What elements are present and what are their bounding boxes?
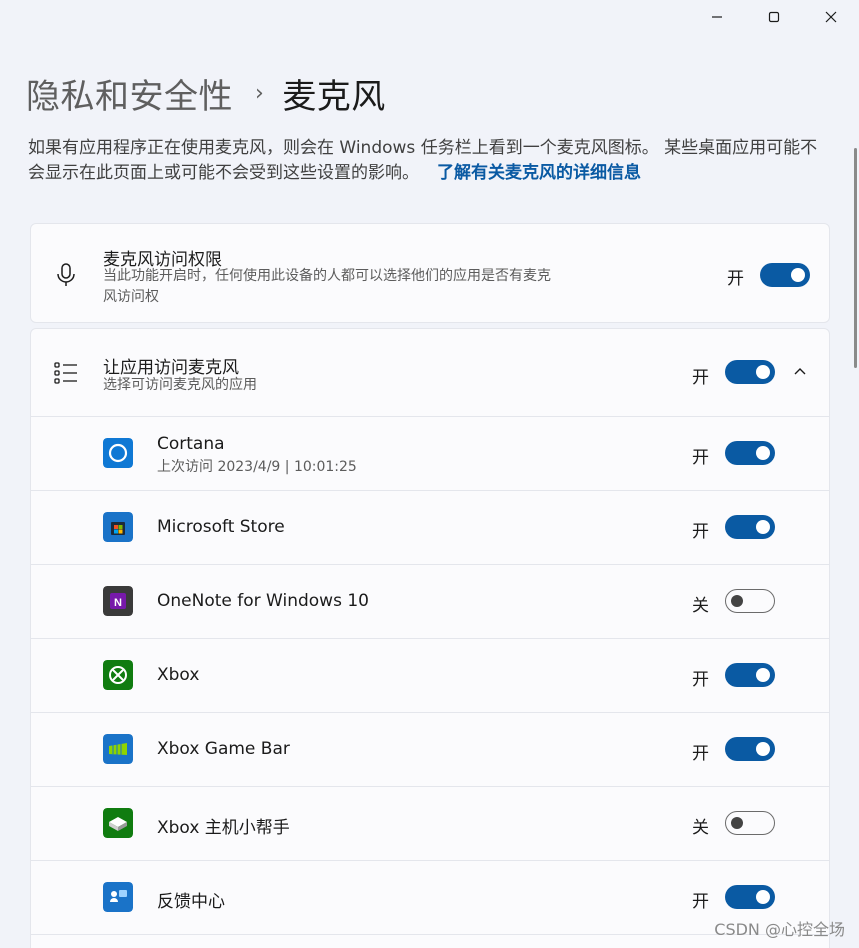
onenote-icon: N [103, 586, 133, 616]
window-controls [688, 0, 859, 34]
app-access-card: 让应用访问麦克风 选择可访问麦克风的应用 开 Cortana 上次访问 2023/… [30, 328, 830, 948]
app-name: 反馈中心 [157, 892, 225, 912]
breadcrumb: 隐私和安全性 › 麦克风 [26, 66, 386, 120]
feedback-hub-icon [103, 882, 133, 912]
app-toggle[interactable] [725, 885, 775, 909]
description-text: 如果有应用程序正在使用麦克风，则会在 Windows 任务栏上看到一个麦克风图标… [28, 138, 818, 183]
app-access-state: 开 [692, 368, 709, 388]
microphone-access-card: 麦克风访问权限 当此功能开启时，任何使用此设备的人都可以选择他们的应用是否有麦克… [30, 223, 830, 323]
maximize-button[interactable] [745, 0, 802, 34]
microsoft-store-icon [103, 512, 133, 542]
app-toggle[interactable] [725, 515, 775, 539]
app-state: 开 [692, 522, 709, 542]
microphone-access-subtitle-line2: 风访问权 [103, 289, 159, 305]
app-row: Xbox Game Bar 开 [31, 712, 829, 787]
close-icon [825, 11, 836, 23]
app-toggle[interactable] [725, 441, 775, 465]
app-access-toggle[interactable] [725, 360, 775, 384]
xbox-console-companion-icon [103, 808, 133, 838]
page-title: 麦克风 [282, 76, 386, 117]
app-name: Xbox Game Bar [157, 739, 290, 759]
xbox-game-bar-icon [103, 734, 133, 764]
app-state: 开 [692, 744, 709, 764]
chevron-up-icon[interactable] [793, 365, 807, 379]
minimize-button[interactable] [688, 0, 745, 34]
scrollbar[interactable] [854, 148, 857, 368]
list-icon [54, 362, 77, 384]
app-name: Cortana [157, 434, 225, 454]
minimize-icon [711, 16, 722, 18]
app-row: Microsoft Store 开 [31, 490, 829, 565]
app-last-access: 上次访问 2023/4/9 | 10:01:25 [157, 459, 357, 475]
maximize-icon [768, 11, 779, 23]
svg-text:N: N [114, 597, 122, 609]
app-toggle[interactable] [725, 737, 775, 761]
xbox-icon [103, 660, 133, 690]
cortana-icon [103, 438, 133, 468]
learn-more-link[interactable]: 了解有关麦克风的详细信息 [437, 163, 641, 183]
app-state: 开 [692, 892, 709, 912]
app-toggle[interactable] [725, 589, 775, 613]
microphone-icon [57, 263, 75, 286]
app-state: 开 [692, 670, 709, 690]
chevron-right-icon: › [255, 80, 265, 106]
watermark: CSDN @心控全场 [714, 920, 845, 939]
close-button[interactable] [802, 0, 859, 34]
app-access-subtitle: 选择可访问麦克风的应用 [103, 377, 257, 393]
app-row: 反馈中心 开 [31, 860, 829, 935]
app-name: OneNote for Windows 10 [157, 591, 369, 611]
app-state: 关 [692, 818, 709, 838]
app-row: Xbox 主机小帮手 关 [31, 786, 829, 861]
app-name: Xbox [157, 665, 200, 685]
app-state: 关 [692, 596, 709, 616]
app-name: Xbox 主机小帮手 [157, 818, 290, 838]
app-row: Xbox 开 [31, 638, 829, 713]
page-description: 如果有应用程序正在使用麦克风，则会在 Windows 任务栏上看到一个麦克风图标… [28, 136, 828, 186]
app-toggle[interactable] [725, 663, 775, 687]
app-toggle[interactable] [725, 811, 775, 835]
microphone-access-state: 开 [727, 269, 744, 289]
microphone-access-subtitle-line1: 当此功能开启时，任何使用此设备的人都可以选择他们的应用是否有麦克 [103, 268, 551, 284]
app-state: 开 [692, 448, 709, 468]
microphone-access-toggle[interactable] [760, 263, 810, 287]
app-row: N OneNote for Windows 10 关 [31, 564, 829, 639]
app-name: Microsoft Store [157, 517, 285, 537]
app-row: Cortana 上次访问 2023/4/9 | 10:01:25 开 [31, 416, 829, 491]
microphone-access-subtitle: 当此功能开启时，任何使用此设备的人都可以选择他们的应用是否有麦克 风访问权 [103, 266, 551, 308]
breadcrumb-parent[interactable]: 隐私和安全性 [26, 69, 233, 118]
app-access-header[interactable]: 让应用访问麦克风 选择可访问麦克风的应用 开 [31, 329, 829, 417]
